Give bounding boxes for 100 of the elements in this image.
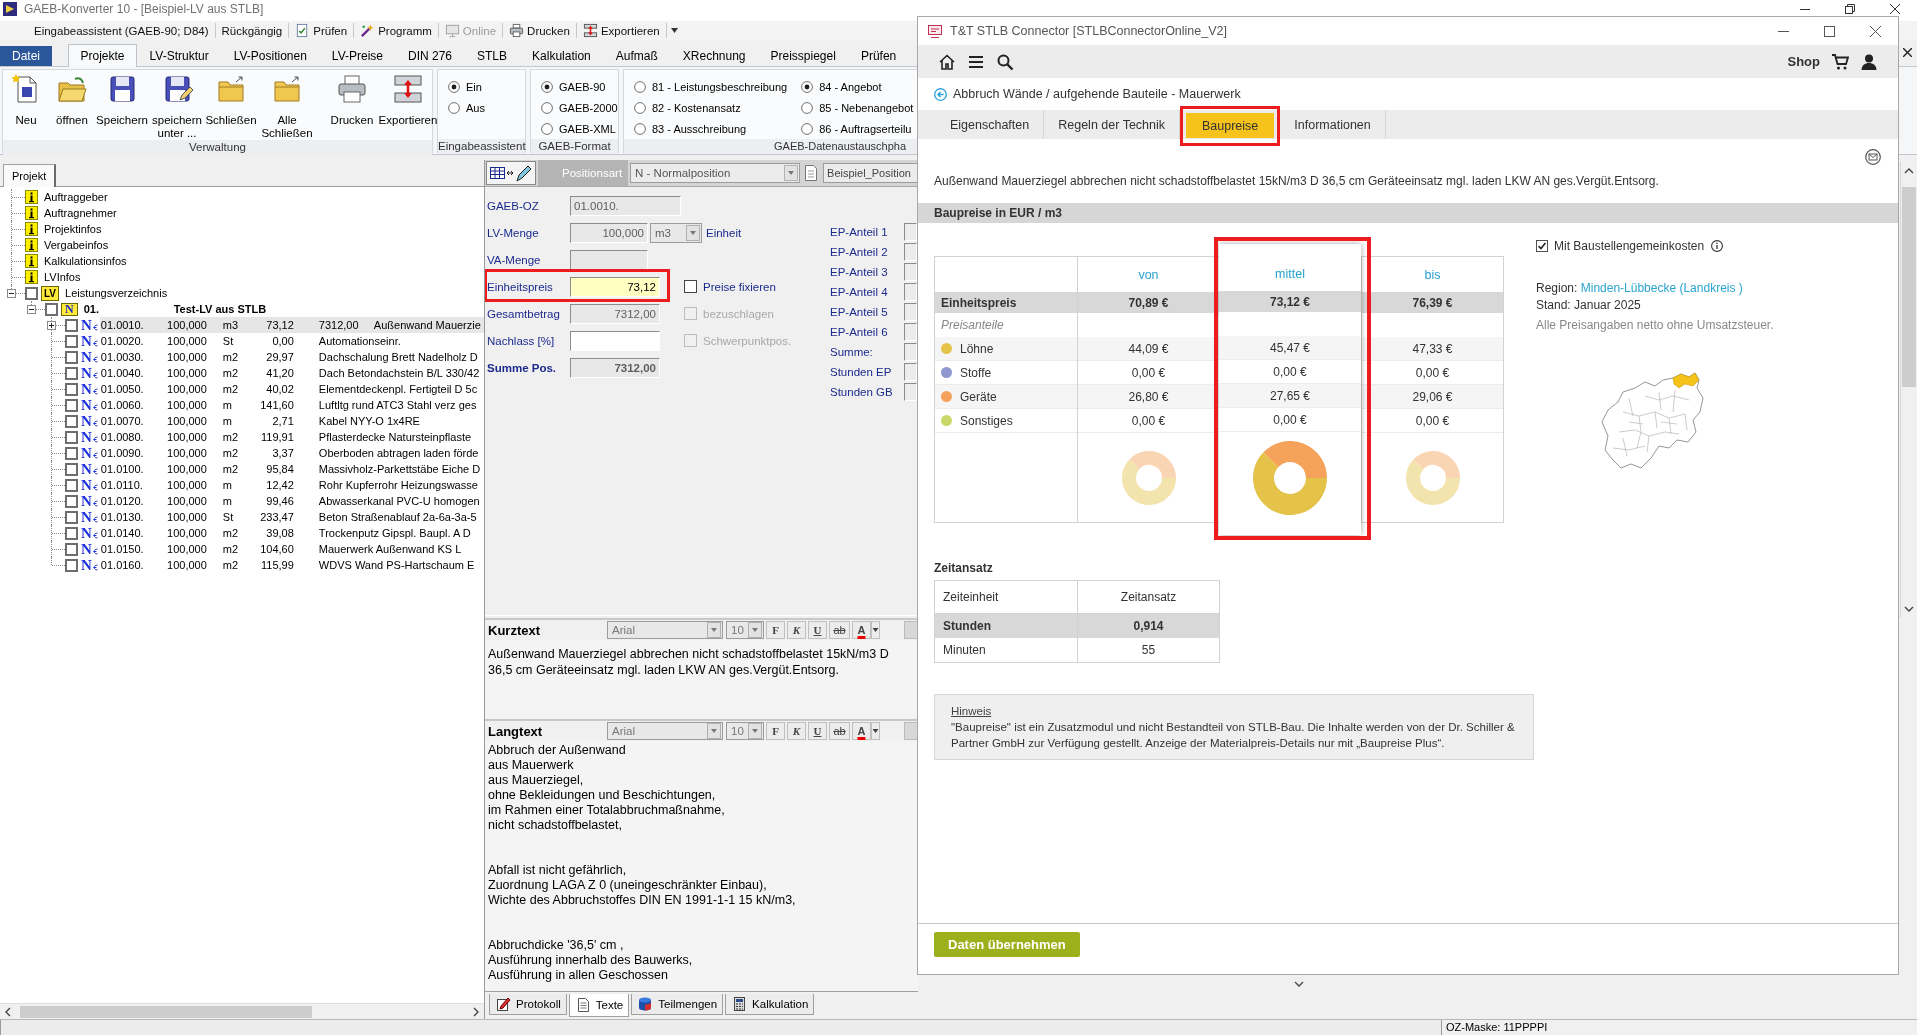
checkbox[interactable] xyxy=(65,510,78,524)
input-field[interactable]: 73,12 xyxy=(570,276,660,297)
radio-button[interactable] xyxy=(801,122,814,135)
shop-link[interactable]: Shop xyxy=(1787,54,1820,69)
position-row[interactable]: 01.0010. 100,000 m3 73,12 7312,00 Außenwand Mauerzie xyxy=(99,317,484,333)
checkbox[interactable] xyxy=(65,334,78,348)
ribbon-tab[interactable]: LV-Positionen xyxy=(221,45,320,66)
font-size-dropdown[interactable]: 10 xyxy=(726,722,764,740)
edit-document-icon[interactable] xyxy=(495,996,511,1012)
tree-item-label[interactable]: Projektinfos xyxy=(44,223,102,235)
template-field[interactable]: Beispiel_Position xyxy=(823,163,918,183)
tree-item-label[interactable]: Auftraggeber xyxy=(44,191,108,203)
tab[interactable]: Projekt xyxy=(3,164,57,187)
input-field[interactable]: 100,000 xyxy=(570,222,648,243)
collapse-icon[interactable] xyxy=(27,305,36,314)
tree-item-label[interactable]: Vergabeinfos xyxy=(44,239,109,251)
bottom-tab[interactable]: Texte xyxy=(568,994,630,1017)
ribbon-tab[interactable]: Aufmaß xyxy=(603,45,671,66)
radio-label[interactable]: Aus xyxy=(466,101,485,114)
open-button[interactable]: öffnen xyxy=(48,73,96,127)
radio-label[interactable]: 82 - Kostenansatz xyxy=(652,101,741,114)
close-icon[interactable] xyxy=(1889,3,1900,14)
ribbon-tab[interactable]: STLB xyxy=(464,45,520,66)
export-button[interactable]: Exportieren xyxy=(378,73,438,127)
ribbon-tab[interactable]: Projekte xyxy=(68,44,138,67)
bottom-tab[interactable]: Teilmengen xyxy=(631,994,724,1015)
italic-button[interactable]: K xyxy=(787,621,806,639)
export-icon[interactable] xyxy=(582,23,598,38)
position-row[interactable]: 01.0070. 100,000 m 2,71 Kabel NYY-O 1x4RE xyxy=(99,413,484,429)
printer-icon[interactable] xyxy=(336,73,368,105)
mail-icon[interactable] xyxy=(1865,149,1881,165)
file-menu-button[interactable]: Datei xyxy=(0,46,52,66)
radio-label[interactable]: GAEB-2000 xyxy=(559,101,618,114)
checkbox[interactable] xyxy=(65,446,78,460)
tab[interactable]: Regeln der Technik xyxy=(1044,110,1180,139)
position-row[interactable]: 01.0080. 100,000 m2 119,91 Pflasterdecke Natursteinpflaste xyxy=(99,429,484,445)
font-color-button[interactable]: A xyxy=(852,621,871,639)
tree-item-label[interactable]: Auftragnehmer xyxy=(44,207,117,219)
checkbox[interactable] xyxy=(65,318,78,332)
position-row[interactable]: 01.0140. 100,000 m2 39,08 Trockenputz Gipspl. Baupl. A D xyxy=(99,525,484,541)
radio-label[interactable]: 81 - Leistungsbeschreibung xyxy=(652,80,788,93)
position-row[interactable]: 01.0120. 100,000 m 99,46 Abwasserkanal PVC-U homogen xyxy=(99,493,484,509)
save-as-button[interactable]: speichern unter ... xyxy=(148,73,206,140)
input-field[interactable] xyxy=(904,323,917,341)
radio-button[interactable] xyxy=(801,80,814,93)
new-button[interactable]: Neu xyxy=(4,73,48,127)
radio-button[interactable] xyxy=(541,122,553,135)
position-row[interactable]: 01.0100. 100,000 m2 95,84 Massivholz-Parkettstäbe Eiche D xyxy=(99,461,484,477)
checkbox[interactable] xyxy=(65,350,78,364)
position-row[interactable]: 01.0040. 100,000 m2 41,20 Dach Betondachstein B/L 330/42 xyxy=(99,365,484,381)
save-button[interactable]: Speichern xyxy=(96,73,148,127)
calculator-icon[interactable] xyxy=(731,996,748,1012)
table-pencil-icon[interactable] xyxy=(486,161,536,185)
input-field[interactable]: 7312,00 xyxy=(570,357,660,378)
ribbon-tab[interactable]: XRechnung xyxy=(670,45,758,66)
radio-button[interactable] xyxy=(448,80,460,93)
checkbox[interactable] xyxy=(1536,240,1548,252)
cart-icon[interactable] xyxy=(1831,52,1849,71)
checkbox[interactable] xyxy=(65,430,78,444)
radio-button[interactable] xyxy=(801,101,814,114)
maximize-icon[interactable] xyxy=(1823,25,1835,37)
radio-button[interactable] xyxy=(541,101,553,114)
checkbox-label[interactable]: Preise fixieren xyxy=(703,280,776,293)
ribbon-tab[interactable]: Prüfen xyxy=(848,45,909,66)
checkbox[interactable] xyxy=(25,286,38,300)
bold-button[interactable]: F xyxy=(766,722,785,740)
input-field[interactable] xyxy=(904,383,917,401)
printer-icon[interactable] xyxy=(509,23,525,38)
checkbox[interactable] xyxy=(65,414,78,428)
close-icon[interactable] xyxy=(1903,48,1912,57)
checkbox[interactable] xyxy=(684,280,697,293)
wand-icon[interactable] xyxy=(360,23,376,38)
document-icon[interactable] xyxy=(803,164,820,182)
position-row[interactable]: 01.0050. 100,000 m2 40,02 Elementdeckenpl. Fertigteil D 5c xyxy=(99,381,484,397)
ribbon-tab[interactable]: Kalkulation xyxy=(519,45,604,66)
radio-label[interactable]: 84 - Angebot xyxy=(819,80,882,93)
checkbox[interactable] xyxy=(45,302,58,316)
position-row[interactable]: 01.0020. 100,000 St 0,00 Automationseinr. xyxy=(99,333,484,349)
input-field[interactable] xyxy=(904,303,917,321)
italic-button[interactable]: K xyxy=(787,722,806,740)
checkbox[interactable] xyxy=(65,462,78,476)
font-size-dropdown[interactable]: 10 xyxy=(726,621,764,639)
input-field[interactable]: 01.0010. xyxy=(570,195,681,216)
strikethrough-button[interactable]: ab xyxy=(829,722,850,740)
tab[interactable]: Informationen xyxy=(1280,110,1386,139)
position-row[interactable]: 01.0130. 100,000 St 233,47 Beton Straßenablauf 2a-6a-3a-5 xyxy=(99,509,484,525)
checkbox-label[interactable]: Mit Baustellengemeinkosten xyxy=(1554,239,1705,253)
program-button[interactable]: Programm xyxy=(354,21,438,40)
vertical-scrollbar[interactable] xyxy=(1900,162,1917,618)
tree-item-label[interactable]: LVInfos xyxy=(44,271,81,283)
bottom-tab[interactable]: Kalkulation xyxy=(725,994,815,1015)
radio-label[interactable]: GAEB-90 xyxy=(559,80,606,93)
radio-button[interactable] xyxy=(541,80,553,93)
collapse-icon[interactable] xyxy=(7,289,16,298)
bottom-tab[interactable]: Protokoll xyxy=(489,994,567,1015)
input-field[interactable] xyxy=(904,243,917,261)
input-field[interactable] xyxy=(904,283,917,301)
group-number[interactable]: 01. xyxy=(83,303,174,315)
group-title[interactable]: Test-LV aus STLB xyxy=(173,303,267,315)
radio-label[interactable]: GAEB-XML xyxy=(559,122,616,135)
